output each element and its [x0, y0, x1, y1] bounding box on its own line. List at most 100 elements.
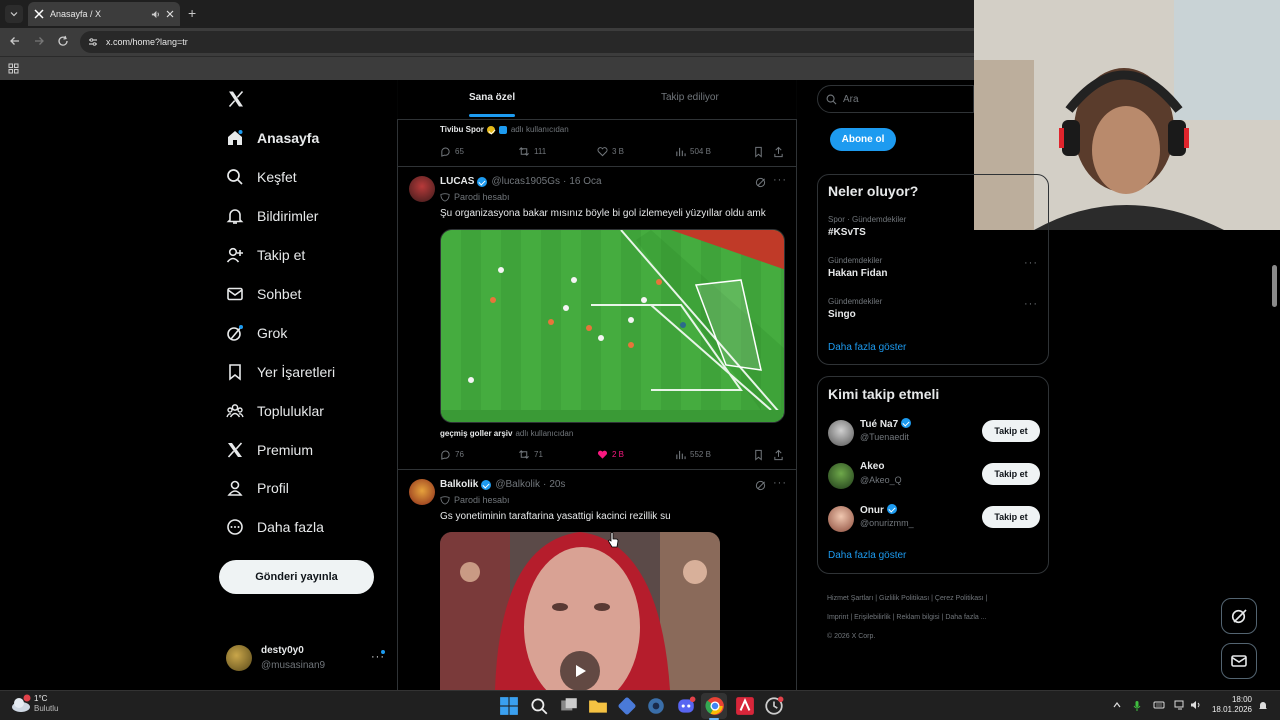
- footer-link[interactable]: Hizmet Şartları: [827, 595, 873, 602]
- more-icon[interactable]: ···: [773, 477, 787, 489]
- post-button[interactable]: Gönderi yayınla: [219, 560, 374, 594]
- author-name[interactable]: LUCAS: [440, 176, 474, 187]
- new-tab-button[interactable]: +: [188, 6, 196, 20]
- reply-button[interactable]: 65: [440, 146, 464, 157]
- avatar[interactable]: [409, 479, 435, 505]
- subscribe-button[interactable]: Abone ol: [830, 128, 896, 151]
- tweet-time[interactable]: 16 Oca: [569, 176, 601, 187]
- share-icon[interactable]: [773, 449, 784, 461]
- nav-home[interactable]: Anasayfa: [225, 124, 319, 152]
- share-icon[interactable]: [773, 146, 784, 158]
- app-icon[interactable]: [735, 696, 755, 716]
- views-button[interactable]: 504 B: [675, 146, 711, 157]
- x-logo-icon[interactable]: [227, 90, 245, 108]
- microphone-icon[interactable]: [1132, 700, 1142, 711]
- footer-link[interactable]: Imprint: [827, 614, 848, 621]
- more-icon[interactable]: ···: [1024, 298, 1038, 310]
- discord-icon[interactable]: [676, 696, 696, 716]
- browser-tab[interactable]: Anasayfa / X: [28, 2, 180, 26]
- file-explorer-icon[interactable]: [588, 696, 608, 716]
- tweet-video[interactable]: [440, 229, 785, 423]
- follow-suggestion[interactable]: Onur @onurizmm_ Takip et: [828, 504, 1040, 538]
- weather-widget[interactable]: 1°C Bulutlu: [10, 694, 58, 714]
- nav-notifications[interactable]: Bildirimler: [225, 202, 318, 230]
- footer-link[interactable]: Çerez Politikası: [935, 595, 984, 602]
- play-button[interactable]: [560, 651, 600, 690]
- footer-link[interactable]: Gizlilik Politikası: [879, 595, 929, 602]
- nav-follow[interactable]: Takip et: [225, 241, 305, 269]
- views-button[interactable]: 552 B: [675, 449, 711, 460]
- windows-start-icon[interactable]: [499, 696, 519, 716]
- follow-button[interactable]: Takip et: [982, 463, 1040, 485]
- tab-search-button[interactable]: [5, 5, 23, 23]
- grok-icon[interactable]: [755, 480, 766, 491]
- trend-name[interactable]: #KSvTS: [828, 227, 866, 238]
- tab-for-you[interactable]: Sana özel: [469, 92, 515, 103]
- footer-link[interactable]: Daha fazla ...: [945, 614, 986, 621]
- like-button[interactable]: 3 B: [597, 146, 624, 157]
- trend-name[interactable]: Singo: [828, 309, 856, 320]
- apps-grid-icon[interactable]: [8, 63, 19, 74]
- follow-suggestion[interactable]: Tué Na7 @Tuenaedit Takip et: [828, 418, 1040, 452]
- app-icon[interactable]: [764, 696, 784, 716]
- tweet-video[interactable]: [440, 532, 720, 690]
- trend-name[interactable]: Hakan Fidan: [828, 268, 887, 279]
- nav-premium[interactable]: Premium: [225, 436, 313, 464]
- more-icon[interactable]: ···: [1024, 257, 1038, 269]
- app-icon[interactable]: [617, 696, 637, 716]
- mask-icon: [440, 496, 450, 505]
- show-more-link[interactable]: Daha fazla göster: [828, 550, 906, 561]
- follow-button[interactable]: Takip et: [982, 420, 1040, 442]
- reload-icon[interactable]: [57, 35, 69, 47]
- more-icon[interactable]: ···: [773, 174, 787, 186]
- tweet-time[interactable]: 20s: [549, 479, 565, 490]
- search-icon[interactable]: [529, 696, 549, 716]
- keyboard-icon[interactable]: [1153, 700, 1165, 710]
- author-name[interactable]: Balkolik: [440, 479, 478, 490]
- video-source[interactable]: Tivibu Spor adlı kullanıcıdan: [440, 125, 569, 134]
- author-handle[interactable]: @lucas1905Gs: [491, 176, 560, 187]
- nav-communities[interactable]: Topluluklar: [225, 397, 324, 425]
- clock[interactable]: 18:00 18.01.2026: [1210, 695, 1252, 715]
- back-icon[interactable]: [9, 35, 21, 47]
- show-more-link[interactable]: Daha fazla göster: [828, 342, 906, 353]
- bookmark-icon[interactable]: [753, 449, 764, 461]
- speaker-icon[interactable]: [151, 10, 160, 19]
- chrome-icon[interactable]: [705, 696, 725, 716]
- forward-icon[interactable]: [33, 35, 45, 47]
- task-view-icon[interactable]: [559, 696, 579, 716]
- notification-bell-icon[interactable]: [1258, 700, 1268, 711]
- site-settings-icon[interactable]: [88, 37, 98, 47]
- nav-more[interactable]: Daha fazla: [225, 513, 324, 541]
- bookmark-icon[interactable]: [753, 146, 764, 158]
- repost-button[interactable]: 71: [518, 449, 543, 460]
- network-icon[interactable]: [1174, 700, 1186, 710]
- volume-icon[interactable]: [1190, 700, 1202, 710]
- grok-float-button[interactable]: [1221, 598, 1257, 634]
- url-field[interactable]: x.com/home?lang=tr: [80, 31, 974, 53]
- footer-link[interactable]: Erişilebilirlik: [854, 614, 891, 621]
- like-button[interactable]: 2 B: [597, 449, 624, 460]
- reply-button[interactable]: 76: [440, 449, 464, 460]
- author-handle[interactable]: @Balkolik: [495, 479, 540, 490]
- nav-bookmarks[interactable]: Yer İşaretleri: [225, 358, 335, 386]
- repost-button[interactable]: 111: [518, 146, 546, 157]
- follow-suggestion[interactable]: Akeo @Akeo_Q Takip et: [828, 461, 1040, 495]
- search-input[interactable]: Ara: [817, 85, 974, 113]
- nav-chat[interactable]: Sohbet: [225, 280, 301, 308]
- nav-grok[interactable]: Grok: [225, 319, 287, 347]
- nav-profile[interactable]: Profil: [225, 474, 289, 502]
- grok-icon[interactable]: [755, 177, 766, 188]
- app-icon[interactable]: [646, 696, 666, 716]
- nav-explore[interactable]: Keşfet: [225, 163, 297, 191]
- tab-following[interactable]: Takip ediliyor: [661, 92, 719, 103]
- close-icon[interactable]: [166, 10, 174, 18]
- chevron-up-icon[interactable]: [1112, 700, 1122, 710]
- avatar[interactable]: [409, 176, 435, 202]
- footer-link[interactable]: Reklam bilgisi: [896, 614, 939, 621]
- follow-button[interactable]: Takip et: [982, 506, 1040, 528]
- video-source[interactable]: geçmiş goller arşiv adlı kullanıcıdan: [440, 429, 573, 438]
- messages-float-button[interactable]: [1221, 643, 1257, 679]
- account-switcher[interactable]: desty0y0 @musasinan9 ···: [226, 643, 388, 677]
- scrollbar-thumb[interactable]: [1272, 265, 1277, 307]
